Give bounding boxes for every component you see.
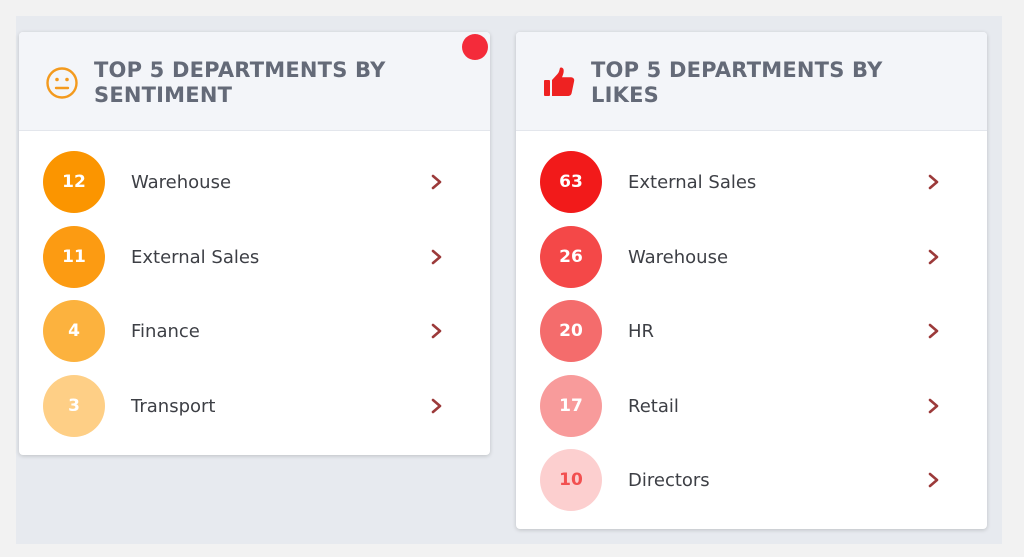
chevron-right-icon[interactable] [427, 319, 447, 343]
count-badge: 4 [43, 300, 105, 362]
department-label: External Sales [628, 172, 757, 193]
department-label: Transport [131, 395, 216, 417]
department-label: Directors [628, 470, 710, 491]
chevron-right-icon[interactable] [427, 170, 447, 194]
notification-dot[interactable] [462, 34, 488, 60]
count-badge: 20 [540, 300, 602, 362]
count-badge: 17 [540, 374, 602, 437]
department-label: Finance [131, 321, 200, 342]
likes-card-header: TOP 5 DEPARTMENTS BY LIKES [516, 32, 987, 131]
department-label: External Sales [131, 246, 260, 268]
department-label: Warehouse [131, 172, 232, 193]
likes-list-item[interactable]: 17 Retail [516, 372, 987, 442]
likes-list-item[interactable]: 26 Warehouse [516, 223, 987, 293]
sentiment-list-item[interactable]: 11 External Sales [19, 223, 490, 293]
chevron-right-icon[interactable] [924, 245, 944, 269]
department-label: Warehouse [628, 246, 729, 268]
count-badge: 10 [540, 449, 602, 511]
sentiment-list-item[interactable]: 12 Warehouse [19, 148, 490, 218]
count-badge: 63 [540, 151, 602, 213]
chevron-right-icon[interactable] [427, 394, 447, 418]
sentiment-card: TOP 5 DEPARTMENTS BY SENTIMENT 12 Warehou… [19, 32, 490, 455]
thumbs-up-icon [544, 67, 575, 96]
count-badge: 12 [43, 151, 105, 213]
smiley-face-icon [46, 67, 78, 99]
sentiment-list-item[interactable]: 4 Finance [19, 297, 490, 367]
chevron-right-icon[interactable] [924, 468, 944, 492]
chevron-right-icon[interactable] [924, 319, 944, 343]
sentiment-card-title: TOP 5 DEPARTMENTS BY SENTIMENT [94, 58, 386, 107]
likes-list-item[interactable]: 63 External Sales [516, 148, 987, 218]
chevron-right-icon[interactable] [427, 245, 447, 269]
likes-card: TOP 5 DEPARTMENTS BY LIKES 63 External Sa… [516, 32, 987, 529]
count-badge: 26 [540, 225, 602, 288]
count-badge: 11 [43, 225, 105, 288]
department-label: Retail [628, 395, 679, 417]
count-badge: 3 [43, 374, 105, 437]
likes-card-title: TOP 5 DEPARTMENTS BY LIKES [591, 58, 883, 107]
sentiment-list-item[interactable]: 3 Transport [19, 372, 490, 442]
sentiment-card-header: TOP 5 DEPARTMENTS BY SENTIMENT [19, 32, 490, 131]
likes-list-item[interactable]: 10 Directors [516, 446, 987, 516]
chevron-right-icon[interactable] [924, 170, 944, 194]
likes-list-item[interactable]: 20 HR [516, 297, 987, 367]
chevron-right-icon[interactable] [924, 394, 944, 418]
department-label: HR [628, 321, 655, 342]
